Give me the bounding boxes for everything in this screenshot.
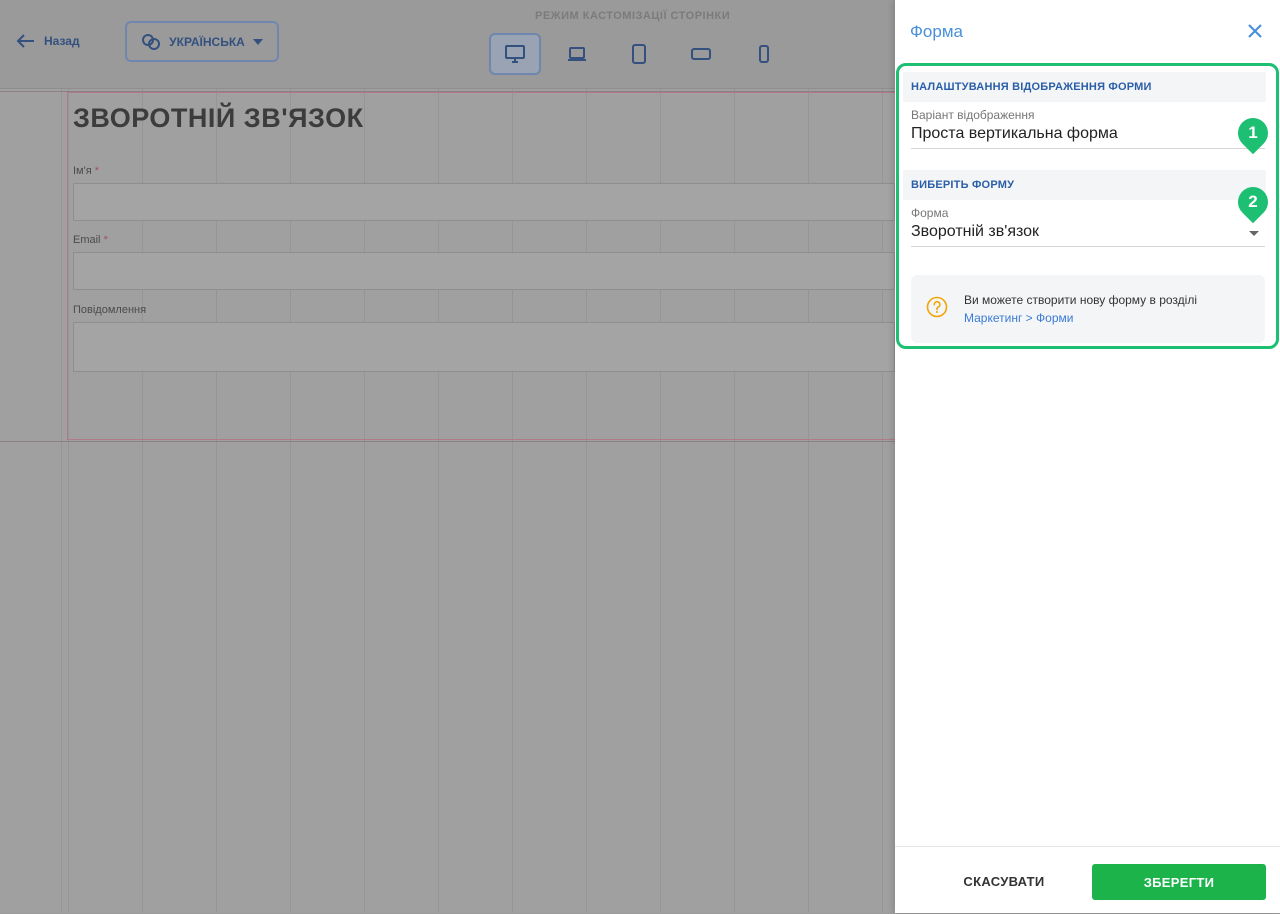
email-field-label: Email * xyxy=(73,234,108,246)
form-select-value: Зворотній зв'язок xyxy=(911,223,1040,240)
message-textarea[interactable] xyxy=(73,322,895,372)
display-settings-heading: НАЛАШТУВАННЯ ВІДОБРАЖЕННЯ ФОРМИ xyxy=(903,72,1266,102)
laptop-icon xyxy=(568,47,586,61)
panel-footer: СКАСУВАТИ ЗБЕРЕГТИ xyxy=(895,846,1280,914)
question-circle-icon xyxy=(926,296,948,318)
language-selector[interactable]: УКРАЇНСЬКА xyxy=(125,21,279,62)
desktop-icon xyxy=(505,45,525,63)
display-variant-select[interactable]: Варіант відображення Проста вертикальна … xyxy=(911,108,1265,149)
info-notice: Ви можете створити нову форму в розділі … xyxy=(911,275,1265,343)
page-editor-background: Назад УКРАЇНСЬКА РЕЖИМ КАСТОМІЗАЦІЇ СТОР… xyxy=(0,0,895,913)
tablet-landscape-icon xyxy=(691,48,711,60)
back-label: Назад xyxy=(44,34,80,48)
step-badge-1: 1 xyxy=(1231,111,1275,155)
info-text: Ви можете створити нову форму в розділі … xyxy=(964,293,1198,325)
close-icon[interactable] xyxy=(1246,22,1264,40)
editor-toolbar: Назад УКРАЇНСЬКА РЕЖИМ КАСТОМІЗАЦІЇ СТОР… xyxy=(0,0,895,89)
mobile-icon xyxy=(759,45,769,63)
device-mobile-button[interactable] xyxy=(738,33,790,75)
form-select-label: Форма xyxy=(911,206,949,220)
device-tablet-landscape-button[interactable] xyxy=(675,33,727,75)
display-variant-label: Варіант відображення xyxy=(911,108,1035,122)
form-heading: ЗВОРОТНІЙ ЗВ'ЯЗОК xyxy=(73,103,364,133)
marketing-forms-link[interactable]: Маркетинг > Форми xyxy=(964,311,1073,325)
choose-form-heading: ВИБЕРІТЬ ФОРМУ xyxy=(903,170,1266,200)
display-variant-value: Проста вертикальна форма xyxy=(911,125,1118,142)
device-tablet-button[interactable] xyxy=(613,33,665,75)
form-settings-panel: Форма НАЛАШТУВАННЯ ВІДОБРАЖЕННЯ ФОРМИ Ва… xyxy=(895,0,1280,913)
device-desktop-button[interactable] xyxy=(489,33,541,75)
save-button[interactable]: ЗБЕРЕГТИ xyxy=(1092,864,1266,900)
form-select[interactable]: Форма Зворотній зв'язок xyxy=(911,206,1265,247)
translate-icon xyxy=(142,33,161,50)
message-field-label: Повідомлення xyxy=(73,304,147,316)
divider xyxy=(0,441,895,442)
step-badge-2: 2 xyxy=(1231,180,1275,224)
cancel-button[interactable]: СКАСУВАТИ xyxy=(939,862,1069,900)
language-label: УКРАЇНСЬКА xyxy=(169,34,245,49)
arrow-left-icon xyxy=(16,34,34,48)
panel-title: Форма xyxy=(910,22,963,41)
back-link[interactable]: Назад xyxy=(16,33,80,49)
device-laptop-button[interactable] xyxy=(551,33,603,75)
customization-mode-label: РЕЖИМ КАСТОМІЗАЦІЇ СТОРІНКИ xyxy=(535,10,731,22)
tablet-icon xyxy=(632,44,646,64)
email-input[interactable] xyxy=(73,252,895,290)
caret-down-icon xyxy=(1249,231,1259,236)
name-field-label: Ім'я * xyxy=(73,165,100,177)
caret-down-icon xyxy=(252,38,263,45)
name-input[interactable] xyxy=(73,183,895,221)
